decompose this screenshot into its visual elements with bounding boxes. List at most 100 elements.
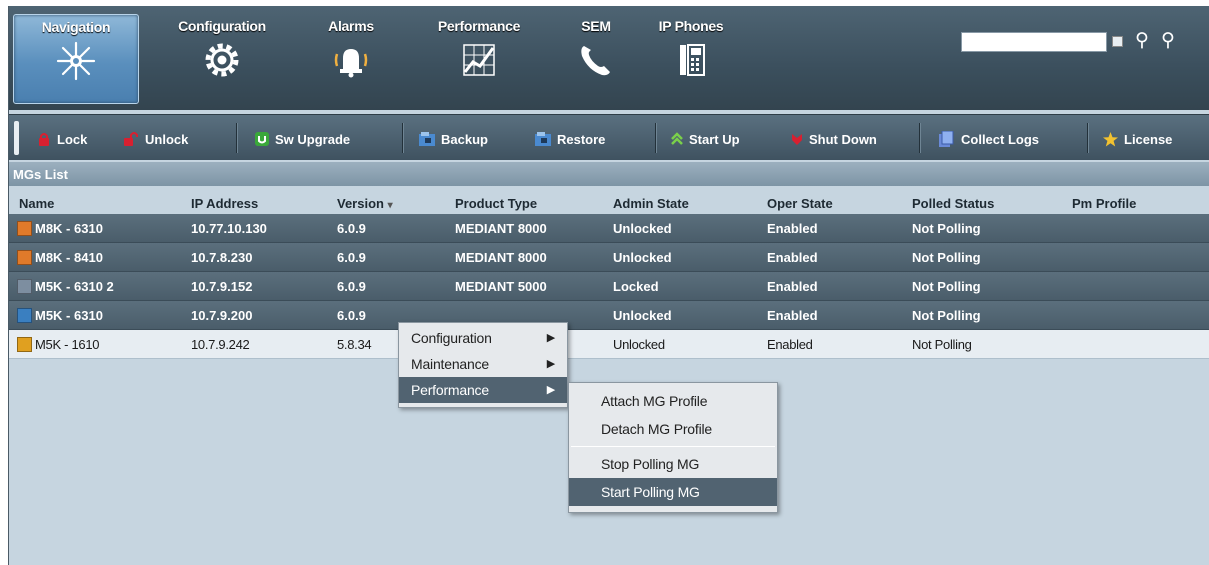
- menu-item-performance[interactable]: Performance ▶: [399, 377, 567, 403]
- backup-button[interactable]: Backup: [419, 129, 488, 149]
- search-dropdown-button[interactable]: [1112, 36, 1123, 47]
- media-gateway-icon: [17, 221, 32, 236]
- table-header: Name IP Address Version ▾ Product Type A…: [9, 194, 1209, 214]
- search-icon[interactable]: ⚲: [1135, 29, 1149, 52]
- column-header-ip-address[interactable]: IP Address: [191, 194, 258, 214]
- cell-admin-state: Unlocked: [613, 337, 665, 352]
- column-header-product-type[interactable]: Product Type: [455, 194, 537, 214]
- tab-ip-phones[interactable]: IP Phones: [641, 14, 741, 104]
- media-gateway-icon: [17, 279, 32, 294]
- submenu-arrow-icon: ▶: [546, 332, 555, 344]
- toolbar-separator: [1087, 123, 1088, 153]
- cell-oper-state: Enabled: [767, 221, 818, 236]
- tab-navigation[interactable]: Navigation: [13, 14, 139, 104]
- cell-oper-state: Enabled: [767, 250, 818, 265]
- lock-icon: [39, 133, 49, 146]
- table-row[interactable]: M5K - 6310 10.7.9.200 6.0.9 Unlocked Enabled…: [9, 301, 1209, 330]
- search-input[interactable]: [961, 32, 1107, 52]
- cell-polled-status: Not Polling: [912, 279, 981, 294]
- menu-item-configuration-label: Configuration: [411, 330, 492, 346]
- tab-performance-label: Performance: [437, 18, 521, 34]
- column-header-name[interactable]: Name: [19, 194, 54, 214]
- table-row[interactable]: M8K - 6310 10.77.10.130 6.0.9 MEDIANT 8000 U…: [9, 214, 1209, 243]
- table-row[interactable]: M5K - 6310 2 10.7.9.152 6.0.9 MEDIANT 5000 L…: [9, 272, 1209, 301]
- column-header-oper-state[interactable]: Oper State: [767, 194, 833, 214]
- column-header-polled-status[interactable]: Polled Status: [912, 194, 994, 214]
- cell-admin-state: Locked: [613, 279, 659, 294]
- app-window: Navigation Configuration Alarms Performa…: [8, 6, 1209, 565]
- table-row[interactable]: M8K - 8410 10.7.8.230 6.0.9 MEDIANT 8000 Unl…: [9, 243, 1209, 272]
- license-star-icon: [1103, 131, 1118, 146]
- cell-name-text: M5K - 1610: [35, 337, 100, 352]
- cell-version: 6.0.9: [337, 221, 366, 236]
- column-header-version[interactable]: Version ▾: [337, 194, 393, 216]
- cell-version: 5.8.34: [337, 337, 372, 352]
- tab-sem[interactable]: SEM: [563, 14, 629, 104]
- column-header-admin-state[interactable]: Admin State: [613, 194, 689, 214]
- top-navigation-bar: Navigation Configuration Alarms Performa…: [9, 6, 1209, 110]
- cell-oper-state: Enabled: [767, 337, 813, 352]
- tab-alarms[interactable]: Alarms: [311, 14, 391, 104]
- menu-item-maintenance[interactable]: Maintenance ▶: [399, 351, 567, 377]
- shut-down-button[interactable]: Shut Down: [791, 129, 877, 149]
- cell-name: M8K - 6310: [17, 214, 103, 243]
- toolbar-separator: [236, 123, 237, 153]
- restore-button-label: Restore: [557, 131, 606, 147]
- cell-name: M5K - 6310: [17, 301, 103, 330]
- phone-handset-icon: [581, 46, 610, 76]
- context-menu: Configuration ▶ Maintenance ▶ Performanc…: [398, 322, 568, 408]
- menu-item-performance-label: Performance: [411, 382, 489, 398]
- menu-item-attach-mg-profile[interactable]: Attach MG Profile: [569, 387, 777, 415]
- tab-alarms-label: Alarms: [328, 18, 374, 34]
- cell-ip-address: 10.7.9.242: [191, 337, 250, 352]
- menu-item-configuration[interactable]: Configuration ▶: [399, 325, 567, 351]
- toolbar: Lock Unlock Sw Upgrade Backup Restore St…: [9, 114, 1209, 160]
- submenu-arrow-icon: ▶: [546, 384, 555, 396]
- restore-button[interactable]: Restore: [535, 129, 605, 149]
- shut-down-icon: [792, 134, 802, 145]
- start-up-button[interactable]: Start Up: [671, 129, 740, 149]
- search-next-icon[interactable]: ⚲: [1161, 29, 1175, 52]
- cell-ip-address: 10.7.9.152: [191, 279, 253, 294]
- table-row[interactable]: M5K - 1610 10.7.9.242 5.8.34 Unlocked Enable…: [9, 330, 1209, 359]
- cell-name-text: M8K - 8410: [35, 250, 103, 265]
- mgs-table: Name IP Address Version ▾ Product Type A…: [9, 194, 1209, 359]
- backup-icon: [419, 132, 435, 146]
- column-header-version-label: Version: [337, 196, 384, 211]
- toolbar-grip: [14, 121, 19, 155]
- cell-name: M5K - 6310 2: [17, 272, 114, 301]
- cell-product-type: MEDIANT 8000: [455, 221, 547, 236]
- tab-configuration[interactable]: Configuration: [163, 14, 281, 104]
- mgs-list-title: MGs List: [9, 162, 1209, 186]
- cell-name: M8K - 8410: [17, 243, 103, 272]
- cell-version: 6.0.9: [337, 250, 366, 265]
- cell-version: 6.0.9: [337, 279, 366, 294]
- menu-item-detach-mg-profile[interactable]: Detach MG Profile: [569, 415, 777, 443]
- column-header-pm-profile[interactable]: Pm Profile: [1072, 194, 1136, 214]
- collect-logs-button[interactable]: Collect Logs: [939, 129, 1039, 149]
- menu-item-stop-polling-mg[interactable]: Stop Polling MG: [569, 450, 777, 478]
- cell-name-text: M5K - 6310: [35, 308, 103, 323]
- tab-configuration-label: Configuration: [178, 18, 266, 34]
- start-up-button-label: Start Up: [689, 131, 740, 147]
- cell-name-text: M8K - 6310: [35, 221, 103, 236]
- tab-performance[interactable]: Performance: [421, 14, 537, 104]
- menu-item-start-polling-mg[interactable]: Start Polling MG: [569, 478, 777, 506]
- table-body: M8K - 6310 10.77.10.130 6.0.9 MEDIANT 8000 U…: [9, 214, 1209, 359]
- cell-admin-state: Unlocked: [613, 308, 672, 323]
- restore-icon: [535, 132, 551, 146]
- alarm-bell-icon: [334, 49, 368, 78]
- media-gateway-icon: [17, 337, 32, 352]
- sort-descending-icon: ▾: [387, 200, 393, 211]
- lock-button[interactable]: Lock: [37, 129, 87, 149]
- sw-upgrade-button-label: Sw Upgrade: [275, 131, 351, 147]
- lock-button-label: Lock: [57, 131, 88, 147]
- license-button[interactable]: License: [1103, 129, 1172, 149]
- unlock-button[interactable]: Unlock: [123, 129, 188, 149]
- tab-ip-phones-label: IP Phones: [658, 18, 724, 34]
- toolbar-separator: [919, 123, 920, 153]
- cell-polled-status: Not Polling: [912, 250, 981, 265]
- cell-product-type: MEDIANT 8000: [455, 250, 547, 265]
- collect-logs-icon: [939, 131, 954, 147]
- sw-upgrade-button[interactable]: Sw Upgrade: [255, 129, 350, 149]
